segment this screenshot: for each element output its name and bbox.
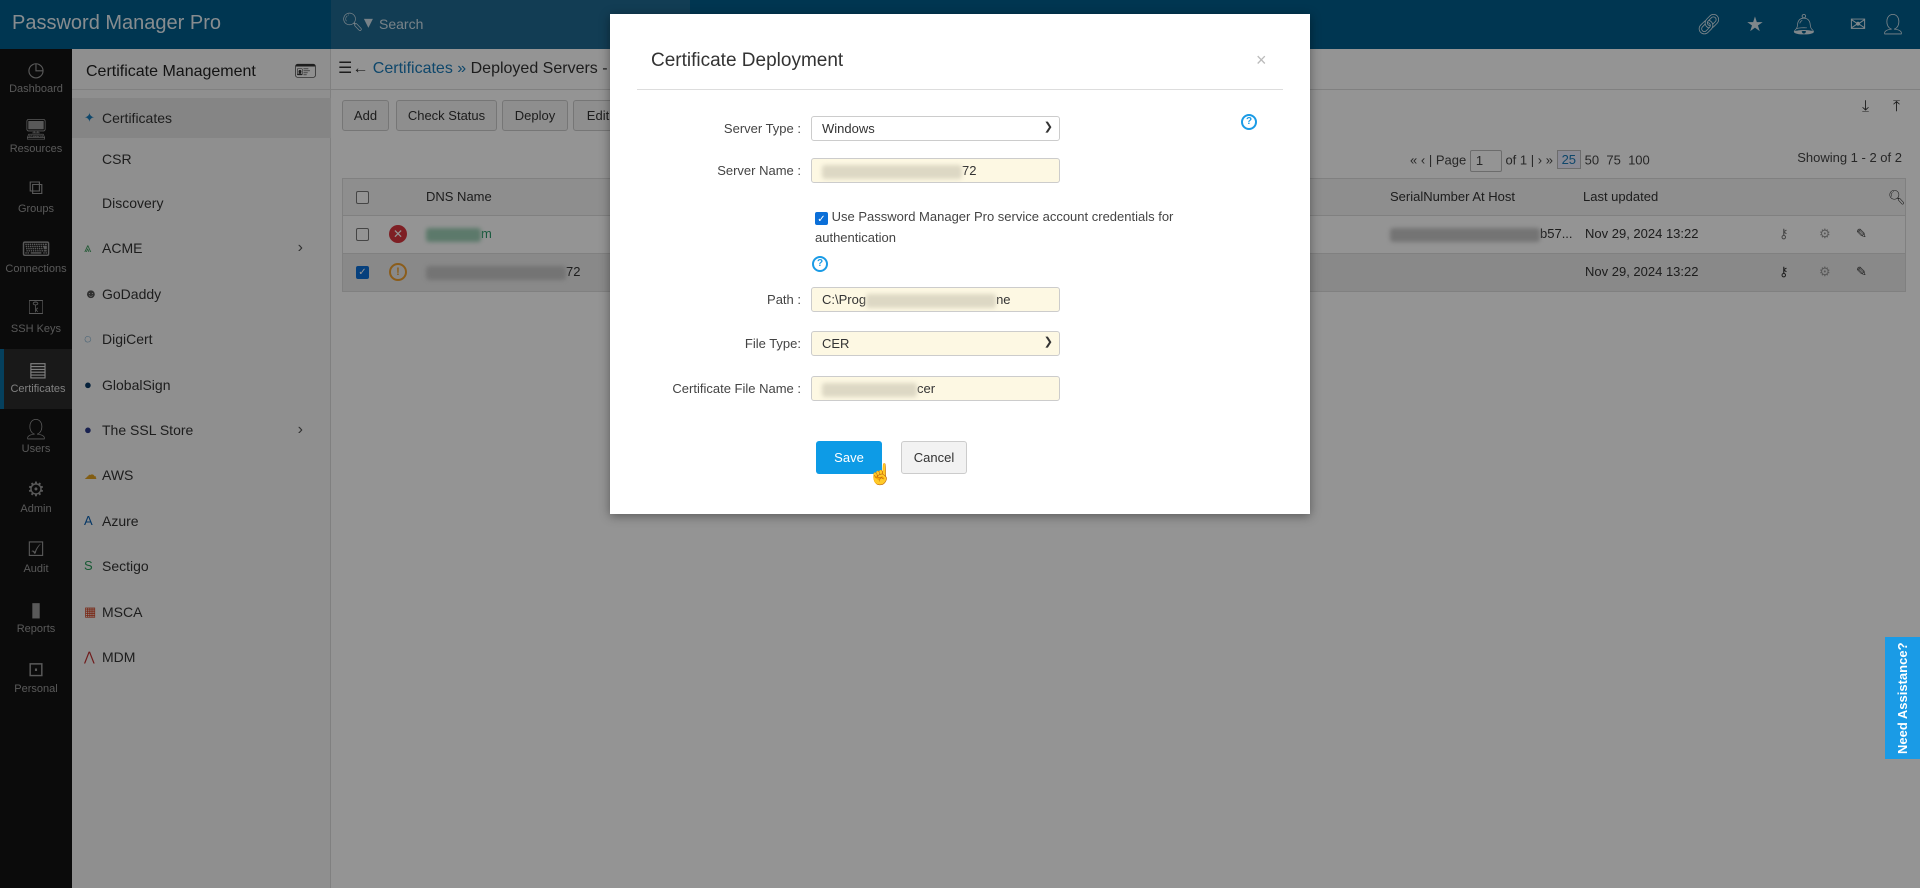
help-icon[interactable]: ?: [812, 256, 828, 272]
server-name-label: Server Name :: [717, 163, 801, 178]
server-type-label: Server Type :: [723, 121, 801, 136]
server-name-input[interactable]: 72: [811, 158, 1060, 183]
server-type-select[interactable]: Windows ❯: [811, 116, 1060, 141]
certificate-deployment-dialog: Certificate Deployment × Server Type : W…: [610, 14, 1310, 514]
close-icon[interactable]: ×: [1256, 50, 1267, 71]
service-account-label: Use Password Manager Pro service account…: [815, 209, 1174, 245]
chevron-down-icon: ❯: [1043, 121, 1053, 133]
service-account-option[interactable]: ✓ Use Password Manager Pro service accou…: [815, 206, 1215, 248]
path-label: Path :: [767, 292, 801, 307]
certificate-file-name-label: Certificate File Name :: [672, 381, 801, 396]
path-input[interactable]: C:\Prog ne: [811, 287, 1060, 312]
cancel-button[interactable]: Cancel: [901, 441, 967, 474]
service-account-checkbox[interactable]: ✓: [815, 212, 828, 225]
dialog-title: Certificate Deployment: [651, 50, 844, 71]
certificate-file-name-input[interactable]: cer: [811, 376, 1060, 401]
need-assistance-tab[interactable]: Need Assistance?: [1885, 637, 1920, 759]
divider: [637, 89, 1283, 90]
file-type-select[interactable]: CER ❯: [811, 331, 1060, 356]
chevron-down-icon: ❯: [1043, 336, 1053, 348]
hand-cursor-icon: ☝: [868, 464, 893, 486]
file-type-label: File Type:: [744, 336, 801, 351]
help-icon[interactable]: ?: [1241, 114, 1257, 130]
